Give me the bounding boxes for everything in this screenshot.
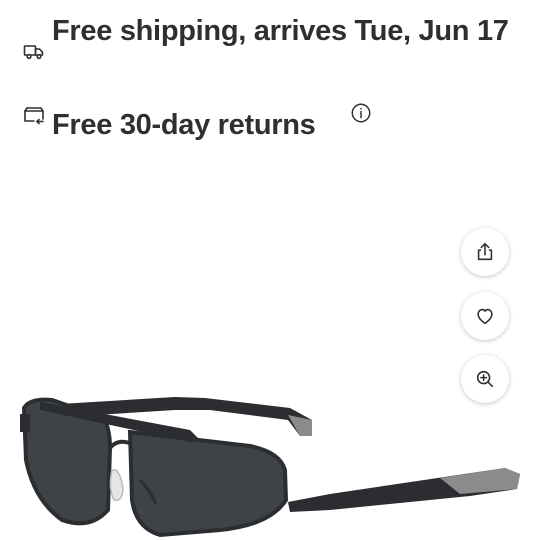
returns-text: Free 30-day returns [52,109,316,141]
info-icon[interactable] [348,100,374,126]
shipping-text: Free shipping, arrives Tue, Jun 17 [52,15,509,47]
right-lens [127,429,289,538]
truck-icon [22,40,46,64]
heart-icon [474,305,496,327]
shipping-info-row: Free shipping, arrives Tue, Jun 17 [0,8,540,100]
favorite-button[interactable] [461,292,509,340]
share-icon [474,241,496,263]
left-hinge [20,414,30,432]
share-button[interactable] [461,228,509,276]
nose-pad [109,469,124,502]
returns-icon [22,104,46,128]
product-image[interactable] [0,340,540,540]
returns-info-row: Free 30-day returns [0,102,540,148]
